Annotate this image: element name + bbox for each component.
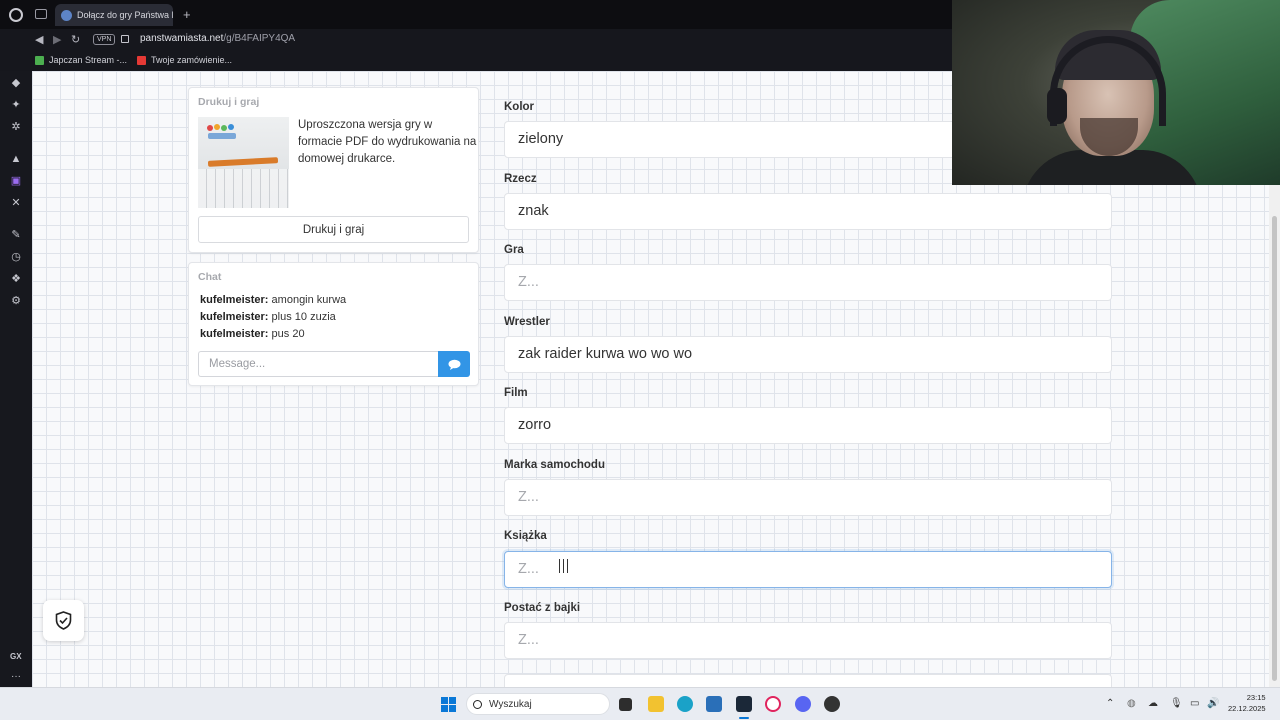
settings-icon[interactable]: ⚙ — [10, 295, 22, 307]
shield-check-icon — [55, 611, 72, 630]
edge-icon[interactable] — [677, 696, 693, 712]
print-card: Drukuj i graj Uproszczona wersja gry w f… — [188, 87, 479, 253]
history-icon[interactable]: ◷ — [10, 251, 22, 263]
brush-icon[interactable]: ✎ — [10, 229, 22, 241]
new-tab-button[interactable]: + — [183, 7, 191, 22]
url-domain: panstwamiasta.net — [140, 33, 224, 44]
microphone-icon[interactable]: 🎙 — [1170, 698, 1183, 709]
discord-icon[interactable] — [795, 696, 811, 712]
field-input-next-partial[interactable] — [504, 674, 1112, 687]
chat-message-input[interactable]: Message... — [198, 351, 438, 377]
site-favicon-icon — [61, 9, 72, 21]
chat-heading: Chat — [198, 271, 222, 283]
extensions-icon[interactable]: ✲ — [10, 121, 22, 133]
chat-send-button[interactable] — [438, 351, 470, 377]
tray-cloud-icon[interactable]: ☁ — [1148, 698, 1158, 709]
field-input-wrestler[interactable]: zak raider kurwa wo wo wo — [504, 336, 1112, 373]
field-label-wrestler: Wrestler — [504, 316, 550, 328]
taskbar-clock[interactable]: 23:15 22.12.2025 — [1228, 692, 1266, 714]
tab-list-icon[interactable] — [35, 9, 47, 19]
music-icon[interactable]: ▲ — [10, 153, 22, 165]
field-input-rzecz[interactable]: znak — [504, 193, 1112, 230]
chat-card: Chat kufelmeister: amongin kurwa kufelme… — [188, 262, 479, 386]
print-card-heading: Drukuj i graj — [198, 96, 260, 108]
forward-icon[interactable]: ▶ — [53, 33, 61, 46]
bookmark-item[interactable]: Twoje zamówienie... — [137, 55, 232, 65]
chat-message: kufelmeister: pus 20 — [200, 328, 305, 340]
display-icon[interactable]: ▭ — [1190, 698, 1199, 709]
pinboard-icon[interactable]: ❖ — [10, 273, 22, 285]
field-input-ksiazka[interactable]: Z... — [504, 551, 1112, 588]
url-path: /g/B4FAIPY4QA — [223, 33, 296, 44]
gx-icon[interactable]: GX — [10, 652, 22, 661]
back-icon[interactable]: ◀ — [35, 33, 43, 46]
score-sheet-image — [198, 169, 289, 208]
bookmark-item[interactable]: Japczan Stream -... — [35, 55, 127, 65]
file-explorer-icon[interactable] — [648, 696, 664, 712]
print-and-play-button[interactable]: Drukuj i graj — [198, 216, 469, 243]
chat-messages: kufelmeister: amongin kurwa kufelmeister… — [200, 292, 346, 343]
taskbar-search[interactable]: Wyszukaj — [466, 693, 610, 715]
taskbar-search-placeholder: Wyszukaj — [489, 698, 532, 710]
field-label-gra: Gra — [504, 244, 524, 256]
browser-sidebar: ◆ ✦ ✲ ▲ ▣ ✕ ✎ ◷ ❖ ⚙ GX ··· — [0, 71, 32, 687]
chat-message: kufelmeister: plus 10 zuzia — [200, 311, 336, 323]
print-thumbnail-image — [198, 117, 289, 208]
twitch-icon[interactable]: ▣ — [10, 175, 22, 187]
field-label-rzecz: Rzecz — [504, 173, 537, 185]
opera-gx-icon[interactable] — [765, 696, 781, 712]
vpn-badge[interactable]: VPN — [93, 34, 116, 45]
opera-menu-icon[interactable] — [9, 8, 23, 22]
field-label-film: Film — [504, 387, 528, 399]
windows-taskbar: Wyszukaj ⌃ ◍ ☁ 🎙 ▭ 🔊 23:15 22.12.2025 — [0, 687, 1280, 720]
ibeam-cursor-icon — [559, 559, 568, 573]
reload-icon[interactable]: ↻ — [71, 33, 80, 46]
chat-message: kufelmeister: amongin kurwa — [200, 294, 347, 306]
field-label-kolor: Kolor — [504, 101, 535, 113]
url-field[interactable]: panstwamiasta.net/g/B4FAIPY4QA — [140, 33, 295, 44]
tray-app-icon[interactable]: ◍ — [1127, 698, 1136, 709]
obs-icon[interactable] — [824, 696, 840, 712]
pencil-image — [207, 157, 279, 167]
field-input-gra[interactable]: Z... — [504, 264, 1112, 301]
browser-tab-active[interactable]: Dołącz do gry Państwa M — [55, 4, 173, 26]
tab-title: Dołącz do gry Państwa M — [77, 10, 173, 20]
field-input-postac-z-bajki[interactable]: Z... — [504, 622, 1112, 659]
field-input-film[interactable]: zorro — [504, 407, 1112, 444]
scrollbar-thumb[interactable] — [1272, 216, 1277, 681]
bookmark-label: Twoje zamówienie... — [151, 55, 233, 65]
field-label-postac-z-bajki: Postać z bajki — [504, 602, 581, 614]
tray-overflow-icon[interactable]: ⌃ — [1106, 698, 1114, 709]
clock-time: 23:15 — [1246, 693, 1266, 702]
lock-icon[interactable] — [121, 35, 129, 43]
field-label-marka-samochodu: Marka samochodu — [504, 459, 605, 471]
aria-icon[interactable]: ◆ — [10, 77, 22, 89]
windows-start-icon[interactable] — [441, 697, 456, 712]
speech-bubble-icon — [448, 359, 460, 370]
webcam-overlay-image — [952, 0, 1280, 185]
more-icon[interactable]: ··· — [11, 671, 21, 682]
volume-icon[interactable]: 🔊 — [1207, 698, 1219, 709]
print-description: Uproszczona wersja gry w formacie PDF do… — [298, 119, 477, 165]
active-app-indicator — [739, 717, 749, 719]
privacy-shield-button[interactable] — [43, 600, 84, 641]
clock-date: 22.12.2025 — [1228, 704, 1266, 713]
task-view-icon[interactable] — [619, 698, 632, 711]
bookmark-favicon-icon — [35, 55, 44, 65]
search-icon — [473, 699, 482, 709]
field-label-ksiazka: Książka — [504, 530, 547, 542]
steam-icon[interactable] — [736, 696, 752, 712]
player-icon[interactable]: ✦ — [10, 99, 22, 111]
field-input-marka-samochodu[interactable]: Z... — [504, 479, 1112, 516]
game-logo-icon — [207, 124, 236, 139]
store-icon[interactable] — [706, 696, 722, 712]
headset-earcup-image — [1047, 88, 1067, 124]
bookmark-label: Japczan Stream -... — [49, 55, 128, 65]
bookmark-favicon-icon — [137, 55, 146, 65]
x-icon[interactable]: ✕ — [10, 197, 22, 209]
